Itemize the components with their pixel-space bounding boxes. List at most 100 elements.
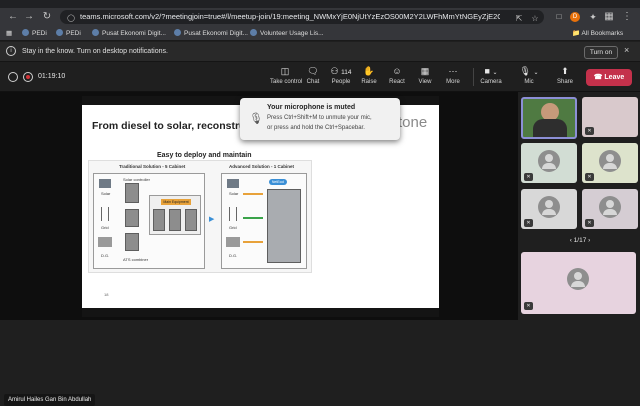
bookmark-item[interactable]: PEDi [22,26,47,41]
popup-line-2: or press and hold the Ctrl+Spacebar. [267,125,365,131]
flow-arrow [243,241,263,243]
grid-label: Grid [101,225,109,230]
camera-off-icon: ■ [484,66,490,76]
share-button[interactable]: ⬆ Share [550,65,580,91]
close-icon[interactable]: × [624,45,629,55]
turn-on-button[interactable]: Turn on [584,46,618,59]
hand-icon: ✋ [363,66,375,76]
extensions-icon[interactable]: ✦ [586,8,600,26]
slide-page-number: 18 [104,292,109,297]
meeting-info-icon[interactable] [8,72,18,82]
netecol-badge: NetEcol [269,179,287,185]
react-button[interactable]: ☺ React [382,65,412,91]
share-screen-icon: ⬆ [561,66,569,76]
grid-tower-icon [229,207,237,221]
raise-hand-button[interactable]: ✋ Raise [354,65,384,91]
bookmark-item[interactable]: PEDi [56,26,81,41]
cabinet [153,209,165,231]
browser-toolbar: ← → ↻ ◯ teams.microsoft.com/v2/?meetingj… [0,8,640,26]
chat-button[interactable]: 🗨 Chat [298,65,328,91]
smiley-icon: ☺ [392,66,402,76]
presenter-name-label: Amirul Hailes Gan Bin Abdullah [4,394,96,406]
participant-video-tile[interactable] [521,97,577,139]
side-panel-icon[interactable]: ▦ [602,8,616,26]
chevron-down-icon: ⌄ [492,70,498,76]
participant-tile[interactable]: ✕ [582,189,638,229]
reload-icon[interactable]: ↻ [40,8,54,26]
mic-off-icon: 🎙 [519,66,531,76]
mic-off-icon: ✕ [585,127,594,135]
people-icon: ⚇ [330,66,339,76]
gallery-pager: ‹ 1/17 › [569,237,591,244]
solar-panel-icon [99,179,111,188]
participant-tile[interactable]: ✕ [582,97,638,137]
recording-indicator [23,72,33,82]
chevron-left-icon[interactable]: ‹ [570,237,572,244]
take-control-button[interactable]: ◫ Take control [270,65,302,91]
profile-switch-icon[interactable]: □ [552,8,566,26]
info-icon: i [6,46,16,56]
mic-button[interactable]: 🎙 ⌄ Mic [514,65,544,91]
more-button[interactable]: ⋯ More [438,65,468,91]
popup-line-1: Press Ctrl+Shift+M to unmute your mic, [267,115,372,121]
forward-icon[interactable]: → [22,8,36,26]
flow-arrow [243,217,263,219]
record-dot-icon [26,75,30,79]
cabinet [125,183,139,203]
view-button[interactable]: ▦ View [410,65,440,91]
avatar [567,268,589,290]
solar-panel-icon [227,179,239,188]
meeting-toolbar: 01:19:10 ◫ Take control 🗨 Chat ⚇ 114 Peo… [0,63,640,92]
mic-off-icon: 🎙 [249,113,263,125]
chrome-menu-icon[interactable]: ⋮ [620,8,634,26]
flow-arrow [243,193,263,195]
address-bar[interactable]: ◯ teams.microsoft.com/v2/?meetingjoin=tr… [60,10,544,24]
mic-off-icon: ✕ [524,173,533,181]
participant-tile-large[interactable]: ✕ [521,252,636,314]
mic-off-icon: ✕ [585,173,594,181]
chevron-down-icon: ⌄ [533,70,539,76]
phone-hangup-icon: ☎ [593,74,603,81]
chat-icon: 🗨 [307,66,319,76]
bookmark-item[interactable]: Pusat Ekonomi Digit... [92,26,166,41]
browser-tab-strip [0,0,640,8]
leave-button[interactable]: ☎ Leave [586,69,632,86]
dg-label: D.G. [101,253,110,258]
people-count: 114 [341,69,352,76]
more-dots-icon: ⋯ [448,66,458,76]
participant-tile[interactable]: ✕ [521,143,577,183]
cabinet [125,233,139,251]
generator-icon [226,237,240,247]
solar-label: Solar [101,191,111,196]
participant-tile[interactable]: ✕ [521,189,577,229]
slide-brand-text: tone [398,114,428,131]
right-panel-title: Advanced Solution - 1 Cabinet [229,164,295,169]
grid-label-right: Grid [229,225,237,230]
mic-off-icon: ✕ [524,219,533,227]
apps-icon[interactable]: ▦ [6,26,12,41]
bookmarks-bar: ▦ PEDi PEDi Pusat Ekonomi Digit... Pusat… [0,26,640,41]
people-button[interactable]: ⚇ 114 People [326,65,356,91]
profile-avatar[interactable]: D [570,12,580,22]
camera-button[interactable]: ■ ⌄ Camera [476,65,506,91]
solar-controller-label: Solar controller [123,177,150,182]
cabinet [185,209,197,231]
participant-tile[interactable]: ✕ [582,143,638,183]
dg-label-right: D.G. [229,253,238,258]
arrow-right-icon: ▶ [209,216,215,223]
solution-diagram: Traditional Solution - 5 Cabinet Advance… [88,160,312,273]
back-icon[interactable]: ← [6,8,20,26]
chevron-right-icon[interactable]: › [588,237,590,244]
cabinet [169,209,181,231]
infobar-message: Stay in the know. Turn on desktop notifi… [22,48,168,55]
toolbar-divider [473,68,474,86]
meeting-timer: 01:19:10 [38,73,66,80]
all-bookmarks[interactable]: 📁 All Bookmarks [572,26,623,41]
bookmark-item[interactable]: Pusat Ekonomi Digit... [174,26,248,41]
bookmark-item[interactable]: Volunteer Usage Lis... [250,26,324,41]
avatar [599,196,621,218]
integrated-cabinet [267,189,301,263]
mic-muted-popup: 🎙 Your microphone is muted Press Ctrl+Sh… [240,98,400,140]
folder-icon: 📁 [572,30,582,37]
notification-infobar: i Stay in the know. Turn on desktop noti… [0,42,640,62]
